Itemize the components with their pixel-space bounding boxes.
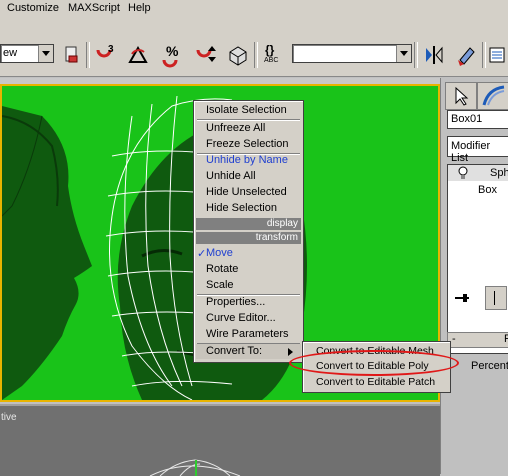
svg-text:%: % — [166, 43, 179, 59]
section-display: display — [196, 218, 301, 230]
menu-item-hide-unselected[interactable]: Hide Unselected — [206, 186, 287, 198]
checkmark-icon: ✓ — [197, 248, 207, 260]
percent-snap-icon[interactable]: % — [160, 42, 184, 68]
edit-named-selection-icon[interactable]: {} ABC — [262, 42, 288, 68]
stack-item-sphere[interactable]: Sph — [448, 165, 508, 181]
modifier-list-dropdown[interactable]: Modifier List — [447, 136, 508, 164]
menu-item-hide-selection[interactable]: Hide Selection — [206, 202, 277, 214]
menu-help[interactable]: Help — [128, 2, 151, 14]
chevron-down-icon[interactable] — [396, 45, 411, 62]
chevron-down-icon[interactable] — [38, 45, 53, 62]
menu-item-wire-parameters[interactable]: Wire Parameters — [206, 328, 289, 340]
modifier-stack[interactable]: Sph Box — [447, 164, 508, 354]
tab-modify[interactable] — [477, 82, 508, 110]
menu-item-freeze-selection[interactable]: Freeze Selection — [206, 138, 289, 150]
svg-text:3: 3 — [108, 44, 114, 55]
tab-create[interactable] — [445, 82, 477, 110]
menu-item-convert-editable-patch[interactable]: Convert to Editable Patch — [316, 376, 435, 388]
named-selection-icon[interactable] — [226, 42, 250, 68]
toolbar-separator — [414, 42, 418, 68]
menu-item-move[interactable]: Move — [206, 247, 233, 259]
menu-bar: Customize MAXScript Help — [0, 0, 508, 18]
menu-item-properties[interactable]: Properties... — [206, 296, 265, 308]
snap-3d-icon[interactable]: 3 — [94, 42, 118, 68]
viewport-perspective[interactable]: tive — [0, 404, 440, 476]
menu-maxscript[interactable]: MAXScript — [68, 2, 120, 14]
show-end-result-icon[interactable] — [485, 286, 507, 310]
menu-item-unhide-all[interactable]: Unhide All — [206, 170, 256, 182]
menu-item-isolate-selection[interactable]: Isolate Selection — [206, 104, 287, 116]
stack-item-box[interactable]: Box — [478, 184, 497, 196]
view-combo[interactable]: ew — [0, 44, 54, 63]
layer-manager-icon[interactable] — [488, 42, 508, 68]
object-name-field[interactable]: Box01 — [447, 110, 508, 129]
menu-customize[interactable]: Customize — [7, 2, 59, 14]
wireframe-preview — [149, 459, 241, 476]
menu-divider — [197, 119, 300, 121]
angle-snap-icon[interactable] — [126, 42, 150, 68]
menu-item-scale[interactable]: Scale — [206, 279, 234, 291]
lightbulb-icon[interactable] — [456, 165, 470, 181]
menu-item-unfreeze-all[interactable]: Unfreeze All — [206, 122, 265, 134]
highlight-oval — [289, 350, 459, 376]
rollout-header[interactable]: - F — [447, 332, 508, 348]
quad-context-menu: Isolate Selection Unfreeze All Freeze Se… — [193, 100, 304, 363]
section-transform: transform — [196, 232, 301, 244]
spinner-snap-icon[interactable] — [194, 42, 218, 68]
pin-stack-icon[interactable] — [451, 290, 475, 306]
command-panel: Box01 Modifier List Sph Box - F Percent — [440, 78, 508, 474]
named-selection-sets-combo[interactable] — [292, 44, 412, 63]
menu-item-rotate[interactable]: Rotate — [206, 263, 238, 275]
menu-item-curve-editor[interactable]: Curve Editor... — [206, 312, 276, 324]
chevron-right-icon — [288, 348, 293, 356]
menu-item-unhide-by-name[interactable]: Unhide by Name — [206, 154, 288, 166]
percent-label: Percent — [471, 360, 508, 372]
align-icon[interactable] — [454, 42, 478, 68]
main-toolbar: ew 3 % {} ABC — [0, 18, 508, 77]
menu-item-convert-to[interactable]: Convert To: — [206, 345, 262, 357]
toolbar-separator — [86, 42, 90, 68]
toolbar-separator — [482, 42, 486, 68]
mirror-icon[interactable] — [422, 42, 446, 68]
selection-filter-icon[interactable] — [60, 42, 84, 68]
toolbar-separator — [254, 42, 258, 68]
